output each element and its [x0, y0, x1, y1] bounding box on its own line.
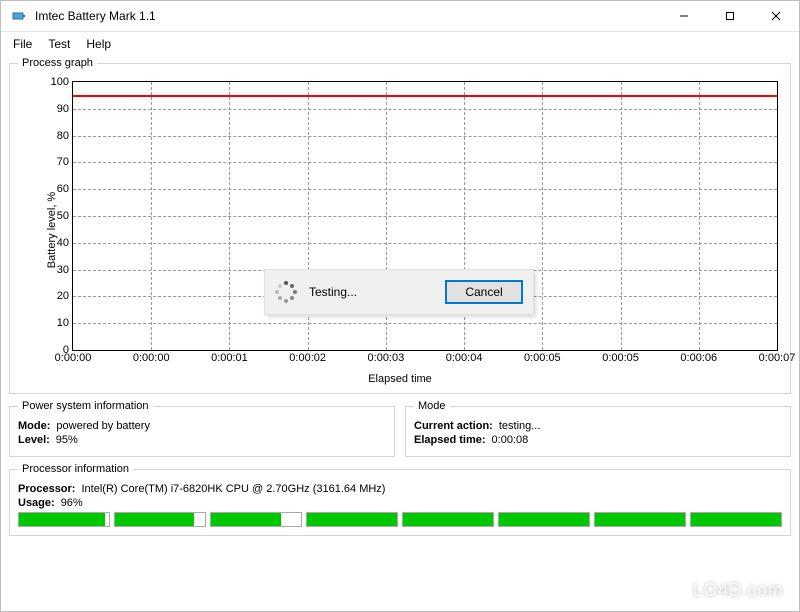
y-tick: 10 [57, 317, 69, 329]
minimize-button[interactable] [661, 1, 707, 31]
cpu-core-bar [498, 512, 590, 527]
processor-label: Processor: [18, 483, 75, 495]
elapsed-label: Elapsed time: [414, 434, 486, 446]
maximize-button[interactable] [707, 1, 753, 31]
x-axis-label: Elapsed time [18, 373, 782, 385]
y-tick: 100 [51, 76, 69, 88]
y-axis-label: Battery level, % [46, 192, 58, 268]
y-tick: 70 [57, 156, 69, 168]
processor-info-group: Processor information Processor: Intel(R)… [9, 463, 791, 536]
menubar: File Test Help [1, 32, 799, 56]
x-tick: 0:00:02 [289, 352, 326, 364]
dialog-message: Testing... [309, 285, 433, 299]
power-mode-value: powered by battery [56, 420, 150, 432]
hgridline [73, 243, 777, 244]
app-window: Imtec Battery Mark 1.1 File Test Help Pr… [0, 0, 800, 612]
x-tick: 0:00:05 [524, 352, 561, 364]
close-button[interactable] [753, 1, 799, 31]
mode-legend: Mode [414, 400, 450, 412]
hgridline [73, 136, 777, 137]
cpu-core-bar [18, 512, 110, 527]
y-tick: 40 [57, 237, 69, 249]
titlebar[interactable]: Imtec Battery Mark 1.1 [1, 1, 799, 32]
x-tick: 0:00:03 [368, 352, 405, 364]
x-tick: 0:00:06 [680, 352, 717, 364]
processor-value: Intel(R) Core(TM) i7-6820HK CPU @ 2.70GH… [81, 483, 385, 495]
process-graph-group: Process graph Battery level, % 010203040… [9, 57, 791, 394]
vgridline [542, 82, 543, 350]
vgridline [229, 82, 230, 350]
cpu-core-bar [210, 512, 302, 527]
hgridline [73, 216, 777, 217]
x-tick: 0:00:00 [55, 352, 92, 364]
chart: Battery level, % 01020304050607080901000… [18, 75, 782, 385]
power-info-legend: Power system information [18, 400, 153, 412]
y-tick: 30 [57, 264, 69, 276]
cpu-core-bar [690, 512, 782, 527]
y-tick: 20 [57, 290, 69, 302]
menu-file[interactable]: File [7, 35, 38, 53]
elapsed-value: 0:00:08 [492, 434, 529, 446]
cpu-core-bar [402, 512, 494, 527]
y-tick: 60 [57, 183, 69, 195]
x-tick: 0:00:07 [759, 352, 796, 364]
usage-value: 96% [61, 497, 83, 509]
window-title: Imtec Battery Mark 1.1 [35, 9, 661, 23]
power-level-value: 95% [56, 434, 78, 446]
hgridline [73, 189, 777, 190]
process-graph-legend: Process graph [18, 57, 97, 69]
power-level-label: Level: [18, 434, 50, 446]
vgridline [621, 82, 622, 350]
hgridline [73, 162, 777, 163]
window-controls [661, 1, 799, 31]
battery-series-line [73, 95, 777, 97]
hgridline [73, 323, 777, 324]
mode-group: Mode Current action: testing... Elapsed t… [405, 400, 791, 457]
y-tick: 80 [57, 130, 69, 142]
usage-label: Usage: [18, 497, 55, 509]
app-icon [11, 8, 27, 24]
current-action-value: testing... [499, 420, 541, 432]
power-mode-label: Mode: [18, 420, 50, 432]
spinner-icon [275, 281, 297, 303]
power-info-group: Power system information Mode: powered by… [9, 400, 395, 457]
menu-test[interactable]: Test [42, 35, 76, 53]
cpu-core-bar [594, 512, 686, 527]
cpu-core-bar [114, 512, 206, 527]
cpu-usage-bars [18, 512, 782, 527]
testing-dialog: Testing... Cancel [264, 269, 534, 315]
y-tick: 50 [57, 210, 69, 222]
x-tick: 0:00:05 [602, 352, 639, 364]
vgridline [151, 82, 152, 350]
menu-help[interactable]: Help [80, 35, 117, 53]
x-tick: 0:00:04 [446, 352, 483, 364]
hgridline [73, 109, 777, 110]
client-area: Process graph Battery level, % 010203040… [9, 57, 791, 603]
vgridline [699, 82, 700, 350]
y-tick: 90 [57, 103, 69, 115]
current-action-label: Current action: [414, 420, 493, 432]
x-tick: 0:00:01 [211, 352, 248, 364]
processor-info-legend: Processor information [18, 463, 133, 475]
x-tick: 0:00:00 [133, 352, 170, 364]
cpu-core-bar [306, 512, 398, 527]
cancel-button[interactable]: Cancel [445, 280, 523, 304]
